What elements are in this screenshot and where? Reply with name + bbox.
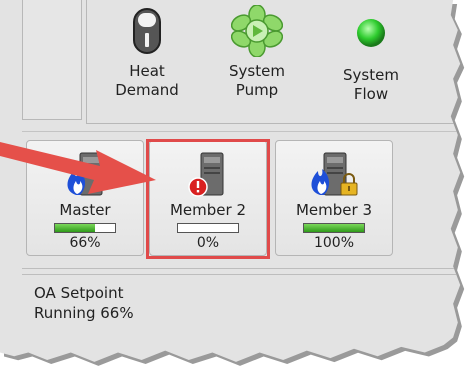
- boiler-master-progress: [54, 223, 116, 233]
- left-spacer-box: [22, 0, 82, 120]
- system-pump-label-line2: Pump: [235, 81, 279, 99]
- divider: [22, 268, 461, 269]
- boiler-member3-percent: 100%: [313, 235, 355, 251]
- boiler-member3-name: Member 3: [295, 201, 372, 219]
- status-line-2: Running 66%: [34, 304, 134, 322]
- system-status-area: Heat Demand System Pump System Flow: [86, 0, 461, 124]
- system-flow-label-line1: System: [343, 66, 399, 84]
- thermostat-switch-icon: [133, 8, 161, 54]
- system-pump-label-line1: System: [229, 62, 285, 80]
- boiler-master-percent: 66%: [69, 235, 101, 251]
- system-flow-indicator: System Flow: [321, 0, 421, 104]
- boiler-member3-progress: [303, 223, 365, 233]
- status-message-box: OA Setpoint Running 66%: [22, 274, 461, 344]
- boiler-alert-icon: [188, 152, 224, 197]
- boiler-member3-progress-fill: [304, 224, 364, 232]
- system-flow-label-line2: Flow: [353, 85, 389, 103]
- boiler-flame-locked-icon: [311, 152, 358, 196]
- heat-demand-indicator: Heat Demand: [97, 0, 197, 100]
- boiler-panel: Heat Demand System Pump System Flow Mast…: [0, 0, 461, 362]
- system-pump-indicator: System Pump: [207, 0, 307, 100]
- boiler-member2-percent: 0%: [196, 235, 220, 251]
- pointer-arrow-icon: [0, 142, 156, 194]
- heat-demand-label-line1: Heat: [129, 62, 165, 80]
- status-line-1: OA Setpoint: [34, 284, 124, 302]
- divider: [22, 131, 461, 132]
- boiler-member2-name: Member 2: [169, 201, 246, 219]
- boiler-member3-button[interactable]: Member 3 100%: [275, 140, 393, 256]
- heat-demand-label-line2: Demand: [115, 81, 179, 99]
- green-led-icon: [357, 19, 385, 47]
- boiler-member2-button[interactable]: Member 2 0%: [149, 140, 267, 256]
- boiler-master-progress-fill: [55, 224, 95, 232]
- pump-icon: [231, 5, 283, 57]
- boiler-member2-progress: [177, 223, 239, 233]
